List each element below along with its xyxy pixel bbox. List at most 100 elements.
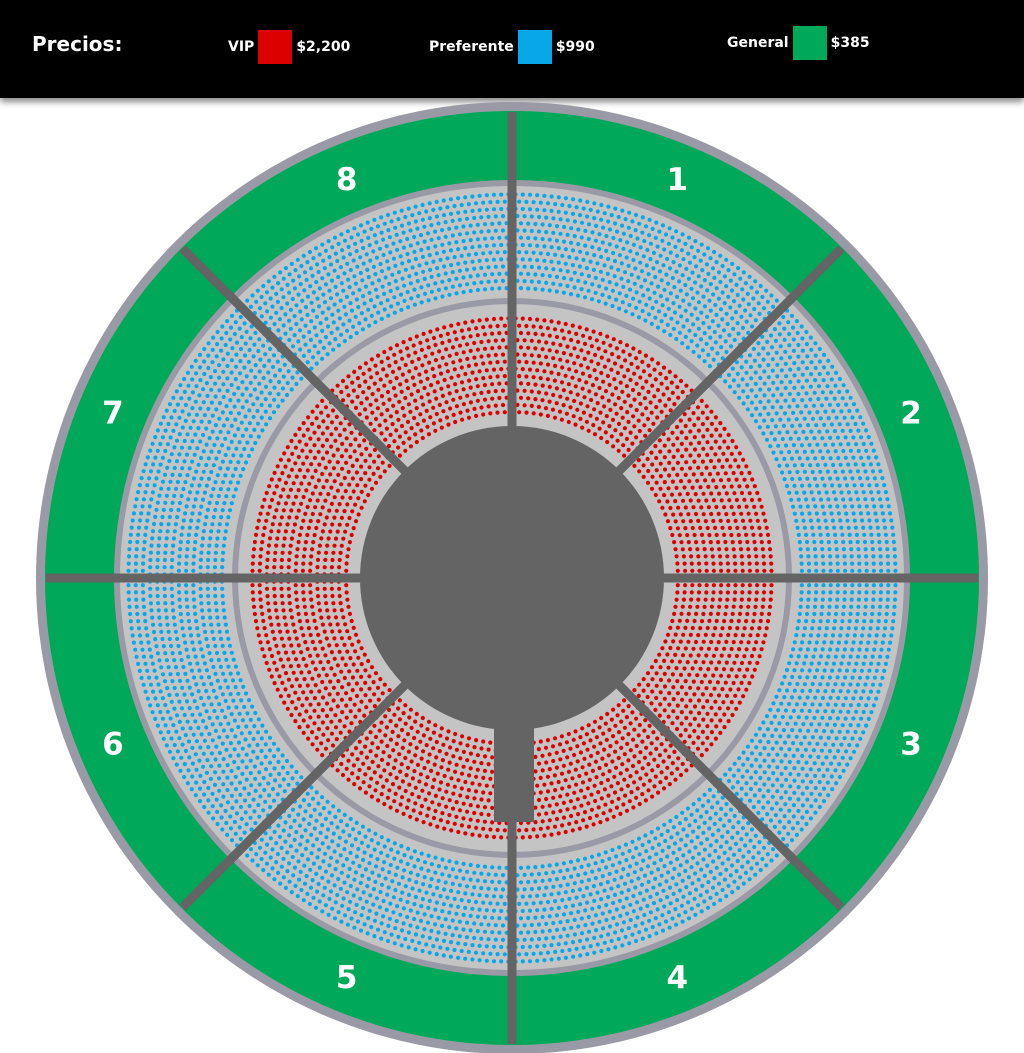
seat-dot	[255, 626, 260, 631]
seat-dot	[709, 409, 714, 414]
seat-dot	[266, 601, 271, 606]
seat-dot	[699, 646, 704, 651]
seat-dot	[756, 810, 761, 816]
seat-dot	[482, 819, 487, 824]
seat-dot	[352, 369, 357, 374]
seat-dot	[203, 629, 208, 635]
seat-dot	[488, 360, 493, 365]
seat-dot	[394, 428, 399, 433]
seat-dot	[695, 673, 700, 678]
seat-dot	[354, 297, 359, 302]
seat-dot	[615, 781, 621, 786]
seat-dot	[300, 583, 305, 588]
seat-dot	[324, 550, 329, 555]
seat-dot	[662, 443, 667, 448]
seat-dot	[415, 762, 421, 768]
seat-dot	[629, 361, 634, 366]
seat-dot	[314, 416, 319, 421]
seat-dot	[373, 734, 379, 740]
seat-dot	[237, 711, 242, 716]
seat-dot	[318, 660, 323, 665]
seat-dot	[654, 455, 659, 461]
seat-dot	[529, 279, 534, 284]
seat-dot	[822, 668, 827, 673]
seat-dot	[648, 894, 653, 900]
seat-dot	[247, 730, 252, 735]
seat-dot	[698, 337, 704, 342]
seat-dot	[667, 885, 673, 890]
seat-dot	[577, 264, 583, 269]
seat-dot	[220, 459, 225, 464]
seat-dot	[635, 900, 640, 905]
seat-dot	[794, 734, 799, 739]
seat-dot	[568, 799, 574, 804]
seat-dot	[675, 831, 680, 836]
seat-dot	[543, 406, 549, 411]
seat-dot	[619, 406, 624, 411]
seat-dot	[347, 635, 352, 641]
seat-dot	[229, 423, 234, 428]
seat-dot	[328, 529, 333, 534]
seat-dot	[337, 565, 342, 570]
seat-dot	[393, 888, 398, 893]
seat-dot	[382, 682, 387, 687]
seat-dot	[359, 750, 364, 756]
seat-dot	[233, 364, 239, 369]
seat-dot	[344, 691, 349, 696]
seat-dot	[631, 855, 636, 860]
seat-dot	[206, 593, 211, 599]
seat-dot	[712, 686, 717, 691]
seat-dot	[779, 392, 784, 397]
seat-dot	[619, 890, 624, 895]
seat-dot	[540, 819, 545, 824]
seat-dot	[263, 409, 268, 414]
seat-dot	[725, 597, 730, 602]
seat-dot	[667, 691, 672, 696]
seat-dot	[486, 922, 491, 927]
seat-dot	[500, 388, 506, 393]
seat-dot	[409, 296, 414, 301]
seat-dot	[722, 712, 727, 717]
seat-dot	[800, 483, 805, 488]
seat-dot	[493, 923, 498, 928]
seat-dot	[229, 728, 234, 733]
seat-dot	[752, 611, 757, 617]
seat-dot	[744, 619, 749, 624]
seat-dot	[170, 557, 175, 563]
seat-dot	[357, 786, 363, 791]
seat-dot	[438, 818, 443, 823]
seat-dot	[552, 736, 558, 741]
seat-dot	[465, 342, 470, 347]
seat-dot	[360, 824, 365, 829]
seat-dot	[177, 473, 183, 478]
seat-dot	[329, 873, 335, 878]
seat-dot	[346, 758, 351, 763]
seat-dot	[484, 834, 489, 839]
seat-dot	[619, 875, 624, 880]
seat-dot	[366, 275, 371, 280]
seat-dot	[362, 438, 367, 443]
seat-dot	[848, 654, 853, 659]
seat-dot	[429, 877, 434, 882]
seat-dot	[395, 850, 400, 855]
seat-dot	[329, 420, 335, 425]
seat-dot	[693, 511, 699, 517]
seat-dot	[185, 611, 191, 617]
seat-dot	[768, 554, 773, 559]
seat-dot	[422, 291, 428, 296]
seat-dot	[185, 473, 190, 478]
seat-dot	[617, 845, 622, 850]
seat-dot	[740, 583, 745, 588]
seat-dot	[241, 467, 246, 472]
seat-dot	[804, 532, 809, 538]
seat-dot	[756, 341, 761, 346]
seat-dot	[753, 419, 759, 424]
seat-dot	[349, 430, 354, 435]
seat-dot	[837, 483, 842, 488]
seat-dot	[552, 773, 558, 778]
seat-dot	[740, 518, 746, 523]
seat-dot	[363, 744, 368, 749]
seat-dot	[713, 452, 718, 457]
seat-dot	[282, 700, 287, 705]
seat-dot	[385, 743, 390, 749]
